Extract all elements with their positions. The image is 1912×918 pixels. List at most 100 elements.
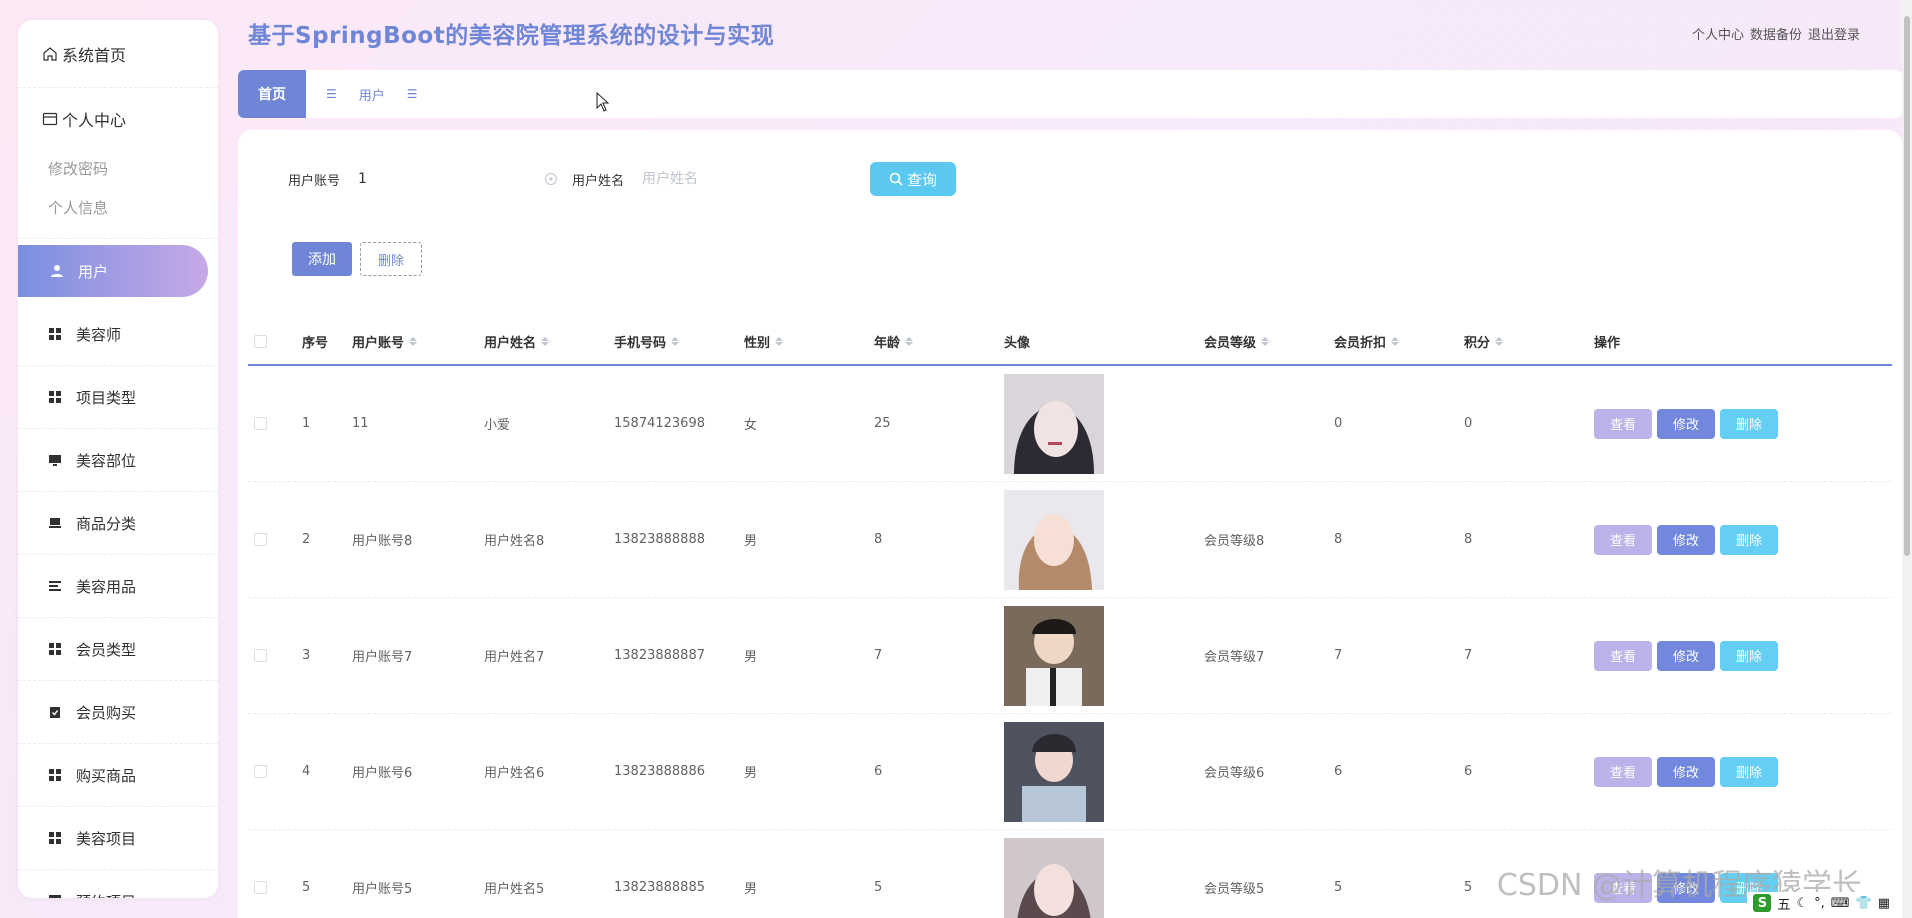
col-level-label: 会员等级 [1204,335,1257,351]
view-button[interactable]: 查看 [1594,524,1652,555]
row-checkbox-cell[interactable] [248,417,302,430]
cell-ops: 查看 修改 删除 [1594,756,1834,787]
col-points[interactable]: 积分 [1464,332,1594,351]
sidebar-item-label: 会员类型 [76,640,137,659]
moon-icon[interactable]: ☾ [1796,896,1808,911]
keyboard-icon[interactable]: ⌨ [1831,896,1850,911]
logout-link[interactable]: 退出登录 [1808,24,1860,43]
sidebar-item-change-password[interactable]: 修改密码 [18,150,218,189]
sort-icon[interactable] [905,336,914,346]
sidebar-item-7[interactable]: 会员购买 [18,681,218,744]
col-level[interactable]: 会员等级 [1204,332,1334,351]
col-discount[interactable]: 会员折扣 [1334,332,1464,351]
row-delete-button[interactable]: 删除 [1720,640,1778,671]
cell-account: 用户账号5 [352,882,413,897]
sidebar-item-3[interactable]: 美容部位 [18,429,218,492]
sidebar-item-9[interactable]: 美容项目 [18,807,218,870]
sidebar: 系统首页 个人中心 修改密码 个人信息 用户美容师项目类型美容部位 商品分类美容用… [18,20,218,898]
row-checkbox[interactable] [254,881,267,894]
grid-icon [48,768,62,782]
row-checkbox[interactable] [254,765,267,778]
cell-avatar [1004,605,1204,706]
scrollbar-thumb[interactable] [1904,16,1910,556]
checkbox[interactable] [254,334,267,348]
sidebar-item-4[interactable]: 商品分类 [18,492,218,555]
sidebar-group-title[interactable]: 个人中心 [18,88,218,150]
data-backup-link[interactable]: 数据备份 [1750,24,1802,43]
row-checkbox-cell[interactable] [248,533,302,546]
punctuation-icon[interactable]: °, [1814,896,1825,911]
table-row: 2 用户账号8 用户姓名8 13823888888 男 8 会员等级8 8 8 查看 修改 删除 [248,482,1892,598]
sidebar-item-2[interactable]: 项目类型 [18,366,218,429]
cell-name: 用户姓名7 [484,650,545,665]
ime-mode[interactable]: 五 [1777,894,1790,913]
sidebar-item-label: 美容用品 [76,577,137,596]
sidebar-item-8[interactable]: 购买商品 [18,744,218,807]
sidebar-item-personal-info[interactable]: 个人信息 [18,189,218,228]
sort-icon[interactable] [1495,336,1504,346]
cell-level: 会员等级7 [1204,650,1265,665]
sidebar-item-label: 预约项目 [76,891,136,899]
sidebar-item-label: 项目类型 [76,388,137,407]
system-tray: S 五 ☾ °, ⌨ 👕 ▦ [1747,892,1896,914]
view-button[interactable]: 查看 [1594,640,1652,671]
delete-button[interactable]: 删除 [360,242,422,276]
sidebar-item-1[interactable]: 美容师 [18,303,218,366]
search-button[interactable]: 查询 [870,162,957,196]
col-index: 序号 [302,335,329,351]
sort-icon[interactable] [541,336,550,346]
profile-center-link[interactable]: 个人中心 [1692,24,1744,43]
cell-age: 25 [874,416,891,431]
sidebar-item-6[interactable]: 会员类型 [18,618,218,681]
sort-icon[interactable] [1391,336,1400,346]
header-links: 个人中心 数据备份 退出登录 [1692,24,1860,43]
cell-name: 用户姓名8 [484,534,545,549]
edit-button[interactable]: 修改 [1657,640,1715,671]
row-checkbox[interactable] [254,417,267,430]
sort-icon[interactable] [409,336,418,346]
edit-button[interactable]: 修改 [1657,408,1715,439]
row-delete-button[interactable]: 删除 [1720,408,1778,439]
add-button[interactable]: 添加 [292,242,352,276]
edit-button[interactable]: 修改 [1657,524,1715,555]
name-search-label: 用户姓名 [572,173,625,189]
select-all-checkbox[interactable] [248,334,302,348]
sogou-ime-icon[interactable]: S [1753,894,1772,912]
col-age[interactable]: 年龄 [874,332,1004,351]
sidebar-item-home[interactable]: 系统首页 [18,20,218,88]
account-search-input[interactable] [358,164,559,194]
name-search-input[interactable] [642,164,843,194]
cell-points: 7 [1464,648,1473,663]
page-scrollbar[interactable] [1902,0,1912,918]
search-icon [889,172,903,186]
row-delete-button[interactable]: 删除 [1720,756,1778,787]
row-delete-button[interactable]: 删除 [1720,524,1778,555]
clear-icon[interactable] [544,172,558,186]
grid-menu-icon[interactable]: ▦ [1878,896,1890,911]
cell-gender: 男 [744,882,758,897]
cell-discount: 8 [1334,532,1343,547]
tab-home[interactable]: 首页 [238,70,306,118]
cell-avatar [1004,489,1204,590]
sidebar-item-5[interactable]: 美容用品 [18,555,218,618]
view-button[interactable]: 查看 [1594,408,1652,439]
row-checkbox-cell[interactable] [248,881,302,894]
row-checkbox[interactable] [254,533,267,546]
sidebar-item-label: 美容师 [76,325,122,344]
sort-icon[interactable] [775,336,784,346]
sort-icon[interactable] [1261,336,1270,346]
view-button[interactable]: 查看 [1594,756,1652,787]
shirt-icon[interactable]: 👕 [1856,896,1872,911]
sidebar-item-10[interactable]: 预约项目 [18,870,218,898]
row-checkbox-cell[interactable] [248,765,302,778]
row-checkbox-cell[interactable] [248,649,302,662]
sidebar-item-0[interactable]: 用户 [18,245,208,297]
row-checkbox[interactable] [254,649,267,662]
sort-icon[interactable] [671,336,680,346]
tab-user[interactable]: ☰ 用户 ☰ [326,85,418,104]
col-account[interactable]: 用户账号 [352,332,484,351]
col-gender[interactable]: 性别 [744,332,874,351]
edit-button[interactable]: 修改 [1657,756,1715,787]
col-phone[interactable]: 手机号码 [614,332,744,351]
col-name[interactable]: 用户姓名 [484,332,614,351]
